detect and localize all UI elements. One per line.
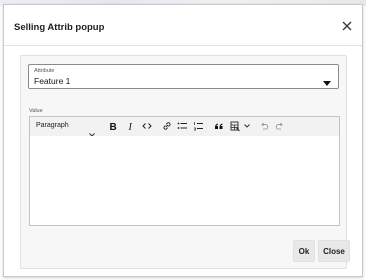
dialog-title: Selling Attrib popup: [14, 22, 105, 33]
bulleted-list-icon[interactable]: [175, 119, 189, 133]
svg-text:I: I: [128, 122, 133, 131]
numbered-list-icon[interactable]: [191, 119, 205, 133]
value-editor-area[interactable]: [30, 136, 339, 225]
blockquote-icon[interactable]: [212, 119, 226, 133]
close-icon[interactable]: [340, 19, 354, 33]
attribute-value: Feature 1: [34, 76, 71, 86]
attribute-select[interactable]: Attribute Feature 1: [28, 64, 339, 89]
value-label: Value: [29, 108, 43, 114]
editor-toolbar: Paragraph B I: [30, 117, 339, 137]
chevron-down-icon[interactable]: [240, 119, 254, 133]
svg-text:B: B: [110, 122, 117, 131]
paragraph-format-select[interactable]: Paragraph: [32, 119, 98, 137]
chevron-down-icon: [89, 124, 95, 137]
bold-icon[interactable]: B: [106, 119, 120, 133]
redo-icon[interactable]: [273, 119, 287, 133]
attribute-label: Attribute: [34, 68, 55, 74]
close-button[interactable]: Close: [318, 240, 350, 262]
dialog-header: Selling Attrib popup: [4, 5, 362, 46]
italic-icon[interactable]: I: [124, 119, 138, 133]
rich-text-editor: Paragraph B I: [29, 116, 340, 226]
ok-button[interactable]: Ok: [293, 240, 315, 262]
caret-down-icon[interactable]: [323, 74, 331, 86]
selling-attrib-dialog: Selling Attrib popup Attribute Feature 1…: [3, 4, 363, 277]
dialog-body: Attribute Feature 1 Value Paragraph B I …: [20, 55, 350, 269]
undo-icon[interactable]: [257, 119, 271, 133]
code-icon[interactable]: [140, 119, 154, 133]
paragraph-format-label: Paragraph: [36, 122, 69, 129]
link-icon[interactable]: [160, 119, 174, 133]
